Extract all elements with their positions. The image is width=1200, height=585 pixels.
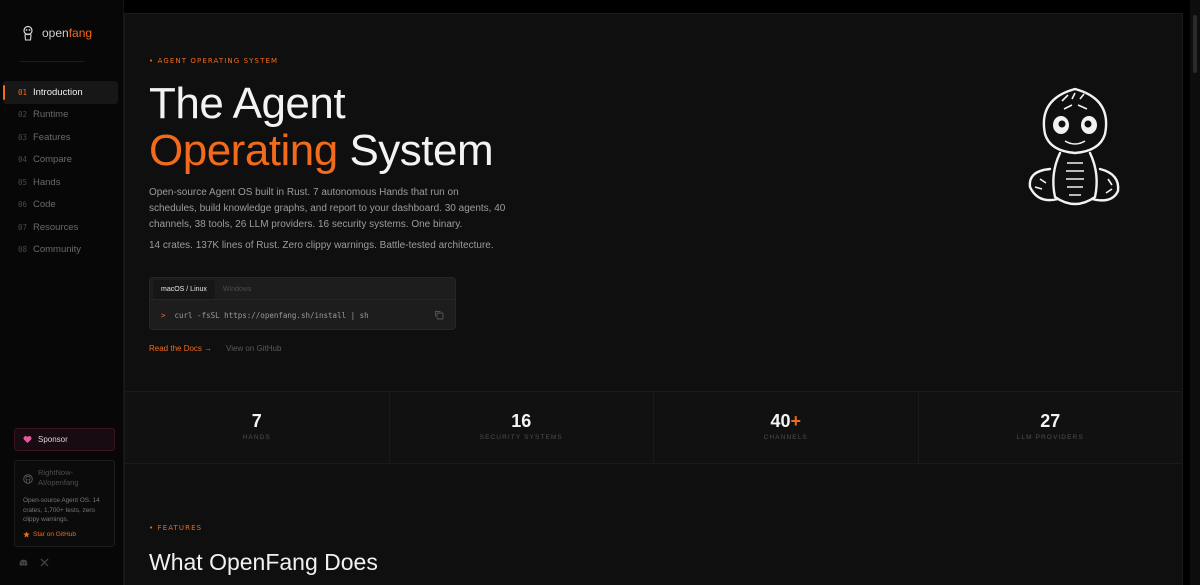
sponsor-label: Sponsor: [38, 435, 68, 444]
stat-label: LLM PROVIDERS: [1016, 434, 1084, 441]
stat-plus: +: [790, 411, 802, 431]
main-content: AGENT OPERATING SYSTEM The Agent Operati…: [124, 13, 1183, 585]
prompt-symbol: >: [161, 310, 166, 320]
features-title: What OpenFang Does: [149, 549, 378, 575]
github-repo-card[interactable]: RightNow-AI/openfang Open-source Agent O…: [14, 460, 115, 547]
sidebar-nav: 01 Introduction 02 Runtime 03 Features 04 Co…: [3, 81, 118, 261]
sidebar-divider: [20, 61, 84, 62]
github-icon: [23, 474, 33, 484]
nav-label: Features: [33, 131, 71, 143]
hero-title: The Agent Operating System: [149, 79, 494, 175]
nav-label: Code: [33, 199, 56, 211]
x-twitter-icon[interactable]: [40, 558, 49, 567]
terminal-tabs: macOS / Linux Windows: [150, 278, 455, 300]
sidebar-item-code[interactable]: 06 Code: [3, 194, 118, 217]
sidebar-item-compare[interactable]: 04 Compare: [3, 149, 118, 172]
sidebar-item-introduction[interactable]: 01 Introduction: [3, 81, 118, 104]
snake-mascot-illustration: [1028, 87, 1120, 206]
star-on-github-link[interactable]: Star on GitHub: [23, 531, 106, 538]
nav-label: Introduction: [33, 86, 83, 98]
snake-logo-icon: [23, 25, 33, 41]
nav-label: Community: [33, 244, 82, 256]
stat-security-systems: 16 SECURITY SYSTEMS: [390, 392, 654, 463]
scrollbar-thumb[interactable]: [1193, 15, 1197, 73]
nav-number: 01: [18, 87, 28, 97]
stat-label: HANDS: [242, 434, 271, 441]
sidebar-item-community[interactable]: 08 Community: [3, 239, 118, 262]
stat-label: CHANNELS: [763, 434, 808, 441]
view-github-link[interactable]: View on GitHub: [226, 344, 281, 353]
install-terminal: macOS / Linux Windows > curl -fsSL https…: [149, 277, 456, 330]
stat-label: SECURITY SYSTEMS: [479, 434, 563, 441]
social-links: [19, 558, 49, 567]
nav-label: Resources: [33, 221, 79, 233]
stat-value: 27: [1040, 411, 1060, 431]
read-docs-link[interactable]: Read the Docs →: [149, 344, 212, 353]
nav-label: Runtime: [33, 109, 69, 121]
brand-logo-link[interactable]: openfang: [20, 25, 92, 41]
sponsor-button[interactable]: Sponsor: [14, 428, 115, 451]
page-scrollbar[interactable]: [1190, 0, 1200, 585]
stat-number: 40: [770, 411, 791, 431]
star-label: Star on GitHub: [33, 530, 76, 538]
features-eyebrow: FEATURES: [149, 524, 202, 532]
sidebar-item-features[interactable]: 03 Features: [3, 126, 118, 149]
nav-label: Hands: [33, 176, 61, 188]
stat-number: 16: [511, 411, 532, 431]
brand-name-fang: fang: [68, 26, 93, 40]
hero-title-accent: Operating: [149, 126, 338, 175]
sidebar-item-hands[interactable]: 05 Hands: [3, 171, 118, 194]
brand-name-open: open: [42, 26, 69, 40]
nav-number: 04: [18, 155, 28, 165]
repo-description: Open-source Agent OS. 14 crates, 1,700+ …: [23, 497, 100, 523]
nav-number: 03: [18, 132, 28, 142]
stat-value: 7: [252, 411, 262, 431]
stat-number: 7: [251, 411, 262, 431]
sidebar-item-resources[interactable]: 07 Resources: [3, 216, 118, 239]
star-icon: [23, 530, 30, 538]
tab-windows[interactable]: Windows: [215, 280, 259, 299]
heart-icon: [23, 436, 32, 444]
sidebar-item-runtime[interactable]: 02 Runtime: [3, 104, 118, 127]
stat-number: 27: [1040, 411, 1061, 431]
nav-number: 06: [18, 200, 28, 210]
stat-channels: 40+ CHANNELS: [654, 392, 919, 463]
repo-name: RightNow-AI/openfang: [38, 468, 79, 487]
copy-icon[interactable]: [434, 310, 444, 320]
sidebar: openfang 01 Introduction 02 Runtime 03 Feat…: [0, 0, 124, 585]
stats-bar: 7 HANDS 16 SECURITY SYSTEMS 40+ CHANNELS…: [125, 391, 1182, 464]
nav-label: Compare: [33, 154, 73, 166]
hero-eyebrow: AGENT OPERATING SYSTEM: [149, 57, 278, 65]
discord-icon[interactable]: [19, 558, 28, 567]
nav-number: 07: [18, 222, 28, 232]
nav-number: 05: [18, 177, 28, 187]
terminal-body: > curl -fsSL https://openfang.sh/install…: [150, 300, 455, 330]
stat-value: 40+: [770, 411, 801, 431]
nav-number: 02: [18, 110, 28, 120]
stat-llm-providers: 27 LLM PROVIDERS: [919, 392, 1183, 463]
stat-value: 16: [511, 411, 531, 431]
stat-hands: 7 HANDS: [125, 392, 390, 463]
hero-title-line1: The Agent: [149, 79, 346, 128]
nav-number: 08: [18, 245, 28, 255]
hero-description-secondary: 14 crates. 137K lines of Rust. Zero clip…: [149, 240, 494, 251]
hero-title-rest: System: [337, 126, 494, 175]
tab-macos-linux[interactable]: macOS / Linux: [153, 280, 215, 299]
hero-description: Open-source Agent OS built in Rust. 7 au…: [149, 187, 506, 230]
install-command[interactable]: curl -fsSL https://openfang.sh/install |…: [175, 311, 369, 320]
